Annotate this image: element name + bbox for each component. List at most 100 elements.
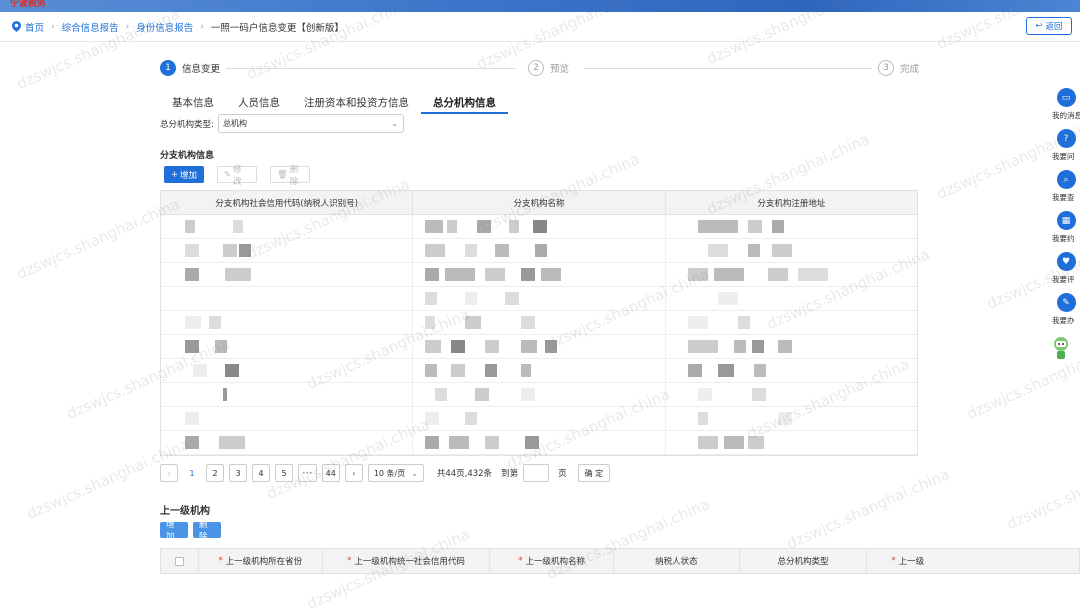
breadcrumb: 首页 › 综合信息报告 › 身份信息报告 › 一照一码户信息变更【创新版】 ↩ … (0, 12, 1080, 42)
breadcrumb-report[interactable]: 综合信息报告 (62, 20, 119, 34)
table-cell (413, 335, 666, 358)
tab-head-branch[interactable]: 总分机构信息 (421, 94, 508, 114)
step-number: 2 (528, 60, 544, 76)
delete-branch-button[interactable]: 🗑 删除 (270, 165, 310, 187)
table-cell (413, 263, 666, 286)
table-row[interactable] (161, 335, 917, 359)
redacted-block (495, 244, 510, 257)
redacted-block (193, 364, 207, 377)
sidebar-item-query[interactable]: ⌕ 我要查 (1052, 170, 1080, 211)
back-button[interactable]: ↩ 返回 (1026, 17, 1072, 35)
page-button[interactable]: 44 (321, 464, 340, 482)
page-size-select[interactable]: 10 条/页 ⌄ (367, 464, 424, 482)
sidebar-item-messages[interactable]: ▭ 我的消息 (1052, 88, 1080, 129)
tab-basic-info[interactable]: 基本信息 (160, 94, 226, 114)
edit-label: 修改 (233, 164, 242, 187)
sidebar-label: 我的消息 (1052, 111, 1080, 120)
table-cell (666, 407, 917, 430)
sidebar-item-evaluate[interactable]: ♥ 我要评 (1052, 252, 1080, 293)
table-row[interactable] (161, 215, 917, 239)
table-row[interactable] (161, 263, 917, 287)
table-cell (666, 263, 917, 286)
breadcrumb-identity[interactable]: 身份信息报告 (136, 20, 193, 34)
page-button[interactable]: 2 (206, 464, 224, 482)
step-connector (584, 68, 872, 69)
page-button[interactable]: 5 (275, 464, 293, 482)
column-label: 上一级机构所在省份 (225, 557, 303, 567)
redacted-block (233, 220, 243, 233)
redacted-block (687, 268, 708, 281)
page-button[interactable]: 3 (229, 464, 247, 482)
table-row[interactable] (161, 383, 917, 407)
delete-superior-button[interactable]: 删除 (193, 520, 221, 542)
redacted-block (509, 220, 520, 233)
column-label: 上一级机构统一社会信用代码 (354, 557, 465, 567)
redacted-block (425, 244, 446, 257)
goto-page-input[interactable] (523, 464, 550, 482)
redacted-block (425, 292, 438, 305)
redacted-block (535, 244, 548, 257)
redacted-block (521, 364, 532, 377)
branch-section-title: 分支机构信息 (160, 151, 215, 161)
sidebar-item-appointment[interactable]: ▦ 我要约 (1052, 211, 1080, 252)
table-cell (413, 287, 666, 310)
sidebar-item-ask[interactable]: ? 我要问 (1052, 129, 1080, 170)
org-type-select[interactable]: 总机构 ⌄ (218, 114, 404, 133)
logo: 宁波税务 (10, 0, 47, 9)
goto-confirm-button[interactable]: 确 定 (577, 464, 611, 482)
add-superior-button[interactable]: 增加 (160, 520, 188, 542)
search-icon: ⌕ (1056, 170, 1076, 189)
step-label: 完成 (900, 64, 920, 75)
table-row[interactable] (161, 287, 917, 311)
breadcrumb-separator: › (125, 21, 130, 32)
breadcrumb-home[interactable]: 首页 (25, 20, 44, 34)
redacted-block (697, 412, 708, 425)
table-cell (161, 287, 414, 310)
table-cell (413, 311, 666, 334)
prev-page-button[interactable]: ‹ (160, 464, 178, 482)
redacted-block (747, 436, 764, 449)
redacted-block (185, 412, 199, 425)
page-ellipsis[interactable]: ••• (298, 464, 317, 482)
table-row[interactable] (161, 431, 917, 455)
redacted-block (465, 244, 478, 257)
table-cell (161, 359, 414, 382)
redacted-block (541, 268, 562, 281)
redacted-block (425, 436, 440, 449)
redacted-block (697, 436, 718, 449)
step-3: 3 完成 (878, 60, 919, 76)
edit-branch-button[interactable]: ✎ 修改 (217, 165, 257, 187)
superior-table-header: * 上一级机构所在省份 * 上一级机构统一社会信用代码 * 上一级机构名称 纳税人状态… (160, 548, 1080, 574)
sidebar-item-handle[interactable]: ✎ 我要办 (1052, 293, 1080, 334)
sidebar-label: 我要办 (1052, 316, 1075, 325)
select-all-checkbox[interactable] (174, 556, 184, 566)
redacted-block (219, 436, 245, 449)
breadcrumb-separator: › (51, 21, 55, 32)
redacted-block (209, 316, 221, 329)
step-number: 3 (878, 60, 894, 76)
tab-capital-investor[interactable]: 注册资本和投资方信息 (292, 94, 421, 114)
redacted-block (797, 268, 828, 281)
table-row[interactable] (161, 311, 917, 335)
table-row[interactable] (161, 239, 917, 263)
table-row[interactable] (161, 359, 917, 383)
table-row[interactable] (161, 407, 917, 431)
chevron-down-icon: ⌄ (411, 468, 418, 478)
column-header: 纳税人状态 (614, 549, 740, 573)
next-page-button[interactable]: › (344, 464, 363, 482)
redacted-block (723, 436, 744, 449)
tab-personnel-info[interactable]: 人员信息 (226, 94, 292, 114)
add-branch-button[interactable]: + 增加 (164, 166, 204, 183)
required-mark: * (218, 556, 223, 566)
redacted-block (223, 244, 237, 257)
assistant-robot-icon[interactable] (1052, 335, 1070, 363)
redacted-block (767, 268, 788, 281)
pen-icon: ✎ (1056, 293, 1076, 312)
redacted-block (465, 412, 478, 425)
table-cell (666, 335, 917, 358)
page-button[interactable]: 1 (183, 464, 201, 482)
pencil-icon: ✎ (224, 169, 232, 180)
page-button[interactable]: 4 (252, 464, 270, 482)
redacted-block (425, 316, 436, 329)
redacted-block (425, 340, 442, 353)
